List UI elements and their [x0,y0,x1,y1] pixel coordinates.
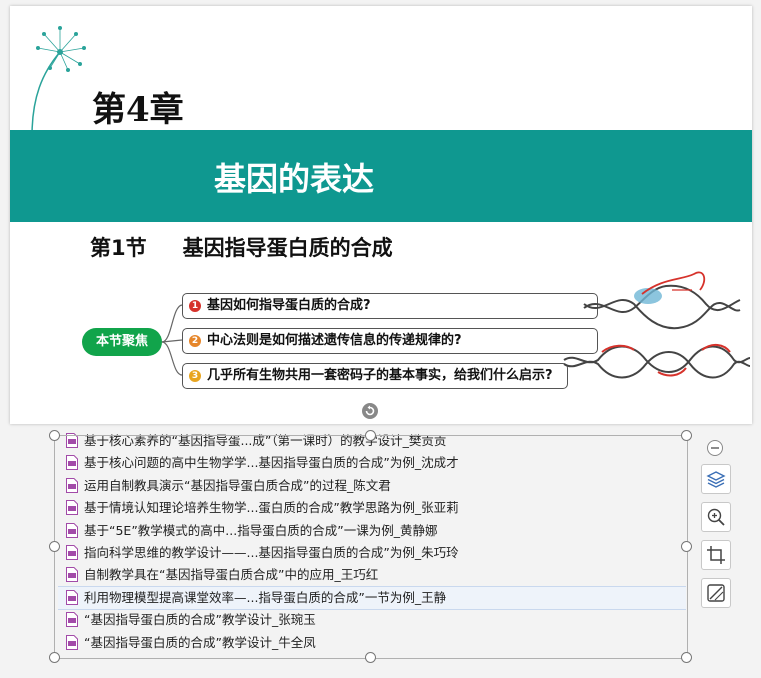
dna-replication-illustration [563,344,751,379]
rotate-handle-icon[interactable] [361,402,379,420]
edit-button[interactable] [701,578,731,608]
focus-badge: 本节聚焦 [82,328,162,356]
resize-handle-bottom-middle[interactable] [365,652,376,663]
question-3: 3 几乎所有生物共用一套密码子的基本事实，给我们什么启示? [182,363,568,389]
resize-handle-top-right[interactable] [681,430,692,441]
question-1: 1 基因如何指导蛋白质的合成? [182,293,598,319]
selection-frame [54,435,688,659]
zoom-in-button[interactable] [701,502,731,532]
question-text: 几乎所有生物共用一套密码子的基本事实，给我们什么启示? [207,368,553,383]
crop-icon [707,546,725,564]
resize-handle-middle-right[interactable] [681,541,692,552]
resize-handle-top-left[interactable] [49,430,60,441]
layers-button[interactable] [701,464,731,494]
crop-button[interactable] [701,540,731,570]
question-text: 基因如何指导蛋白质的合成? [207,298,371,313]
resize-handle-middle-left[interactable] [49,541,60,552]
edit-icon [707,584,725,602]
transcription-illustration [583,271,741,330]
question-number-badge: 1 [189,300,201,312]
resize-handle-bottom-right[interactable] [681,652,692,663]
question-text: 中心法则是如何描述遗传信息的传递规律的? [207,333,462,348]
layers-icon [706,471,726,488]
minus-icon[interactable] [706,439,724,457]
resize-handle-top-middle[interactable] [365,430,376,441]
resize-handle-bottom-left[interactable] [49,652,60,663]
question-2: 2 中心法则是如何描述遗传信息的传递规律的? [182,328,598,354]
zoom-in-icon [707,508,725,526]
slide-canvas[interactable]: 第4章 基因的表达 第1节 基因指导蛋白质的合成 本节聚焦 1 基因如何指导蛋白质的… [10,6,752,424]
question-number-badge: 2 [189,335,201,347]
question-number-badge: 3 [189,370,201,382]
